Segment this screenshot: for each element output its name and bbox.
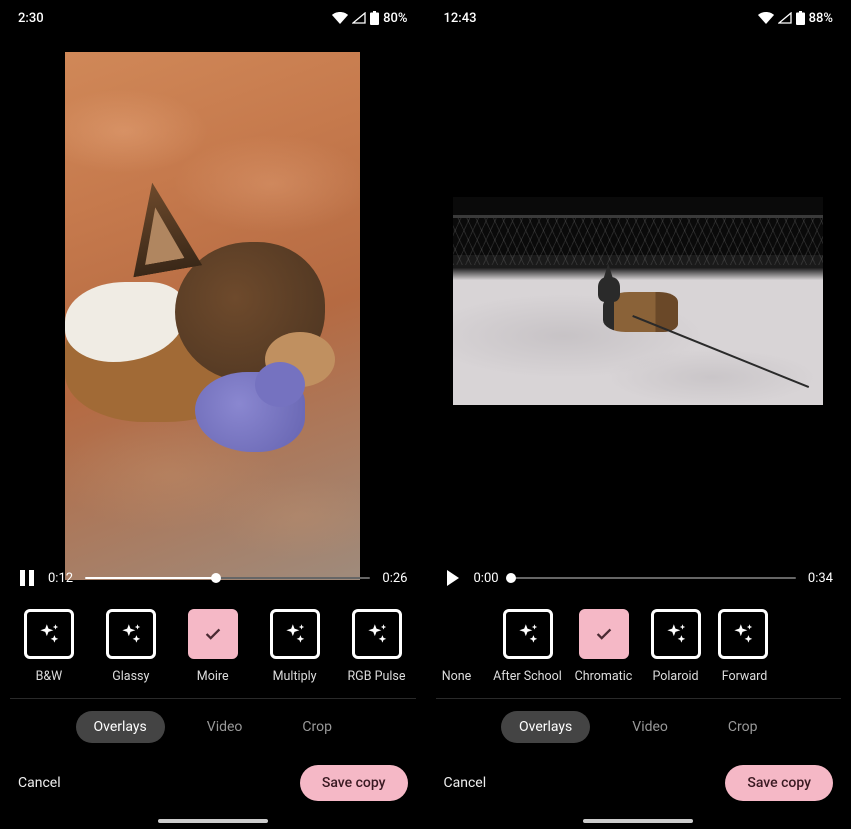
phone-right: 12:43 88% 0:00 0:34 bbox=[426, 0, 851, 829]
fence bbox=[453, 215, 823, 265]
pause-button[interactable] bbox=[18, 569, 36, 587]
sparkle-icon bbox=[663, 621, 689, 647]
status-time: 12:43 bbox=[444, 11, 477, 26]
signal-icon bbox=[778, 12, 792, 24]
filter-label: Forward bbox=[722, 669, 768, 684]
filter-moire[interactable]: Moire bbox=[179, 609, 247, 684]
scrubber[interactable] bbox=[85, 577, 370, 579]
filter-label: Multiply bbox=[273, 669, 317, 684]
filter-multiply[interactable]: Multiply bbox=[261, 609, 329, 684]
time-total: 0:26 bbox=[382, 571, 407, 586]
dog-subject bbox=[65, 182, 345, 452]
filter-label: After School bbox=[493, 669, 562, 684]
filter-label: Polaroid bbox=[652, 669, 698, 684]
filter-chromatic[interactable]: Chromatic bbox=[568, 609, 640, 684]
filter-rgbpulse[interactable]: RGB Pulse bbox=[343, 609, 411, 684]
video-controls: 0:12 0:26 bbox=[0, 569, 426, 587]
sparkle-icon bbox=[282, 621, 308, 647]
video-controls: 0:00 0:34 bbox=[426, 569, 851, 587]
save-copy-button[interactable]: Save copy bbox=[300, 765, 408, 801]
divider bbox=[10, 698, 416, 699]
battery-icon bbox=[370, 11, 379, 25]
filter-label: Chromatic bbox=[575, 669, 633, 684]
cancel-button[interactable]: Cancel bbox=[444, 775, 487, 791]
video-preview[interactable]: 0:12 0:26 bbox=[0, 36, 426, 595]
check-icon bbox=[593, 623, 615, 645]
wifi-icon bbox=[758, 12, 774, 24]
wifi-icon bbox=[332, 12, 348, 24]
filter-forward[interactable]: Forward bbox=[712, 609, 768, 684]
sparkle-icon bbox=[730, 621, 756, 647]
tab-video[interactable]: Video bbox=[189, 711, 261, 743]
save-copy-button[interactable]: Save copy bbox=[725, 765, 833, 801]
play-icon bbox=[446, 570, 460, 586]
filter-strip[interactable]: None After School Chromatic Polaroid For… bbox=[426, 595, 851, 684]
check-icon bbox=[202, 623, 224, 645]
status-right: 80% bbox=[332, 11, 407, 26]
divider bbox=[436, 698, 842, 699]
status-bar: 2:30 80% bbox=[0, 0, 426, 36]
status-time: 2:30 bbox=[18, 11, 44, 26]
sparkle-icon bbox=[364, 621, 390, 647]
bottom-bar: Cancel Save copy bbox=[0, 743, 426, 819]
edit-tabs: Overlays Video Crop bbox=[426, 711, 851, 743]
edit-tabs: Overlays Video Crop bbox=[0, 711, 426, 743]
tab-overlays[interactable]: Overlays bbox=[76, 711, 165, 743]
filter-label: B&W bbox=[36, 669, 63, 684]
filter-label: Moire bbox=[197, 669, 229, 684]
battery-icon bbox=[796, 11, 805, 25]
filter-strip[interactable]: B&W Glassy Moire Multiply RGB Pulse bbox=[0, 595, 426, 684]
video-frame bbox=[65, 52, 360, 580]
sparkle-icon bbox=[515, 621, 541, 647]
phone-left: 2:30 80% 0:12 bbox=[0, 0, 426, 829]
video-preview[interactable]: 0:00 0:34 bbox=[426, 36, 851, 595]
time-current: 0:12 bbox=[48, 571, 73, 586]
sparkle-icon bbox=[36, 621, 62, 647]
sparkle-icon bbox=[118, 621, 144, 647]
tab-overlays[interactable]: Overlays bbox=[501, 711, 590, 743]
status-bar: 12:43 88% bbox=[426, 0, 851, 36]
play-button[interactable] bbox=[444, 569, 462, 587]
nav-gesture-hint[interactable] bbox=[583, 819, 693, 823]
filter-none[interactable]: None bbox=[426, 609, 488, 684]
tab-video[interactable]: Video bbox=[614, 711, 686, 743]
filter-bw[interactable]: B&W bbox=[15, 609, 83, 684]
signal-icon bbox=[352, 12, 366, 24]
filter-label: None bbox=[442, 669, 472, 684]
battery-percent: 88% bbox=[809, 11, 833, 26]
pause-icon bbox=[20, 570, 34, 586]
time-total: 0:34 bbox=[808, 571, 833, 586]
battery-percent: 80% bbox=[383, 11, 407, 26]
status-right: 88% bbox=[758, 11, 833, 26]
bottom-bar: Cancel Save copy bbox=[426, 743, 851, 819]
filter-polaroid[interactable]: Polaroid bbox=[640, 609, 712, 684]
filter-glassy[interactable]: Glassy bbox=[97, 609, 165, 684]
tab-crop[interactable]: Crop bbox=[710, 711, 776, 743]
tab-crop[interactable]: Crop bbox=[284, 711, 350, 743]
filter-label: Glassy bbox=[112, 669, 149, 684]
filter-label: RGB Pulse bbox=[347, 669, 405, 684]
time-current: 0:00 bbox=[474, 571, 499, 586]
filter-after-school[interactable]: After School bbox=[488, 609, 568, 684]
video-frame bbox=[453, 197, 823, 405]
cancel-button[interactable]: Cancel bbox=[18, 775, 61, 791]
nav-gesture-hint[interactable] bbox=[158, 819, 268, 823]
scrubber[interactable] bbox=[511, 577, 796, 579]
